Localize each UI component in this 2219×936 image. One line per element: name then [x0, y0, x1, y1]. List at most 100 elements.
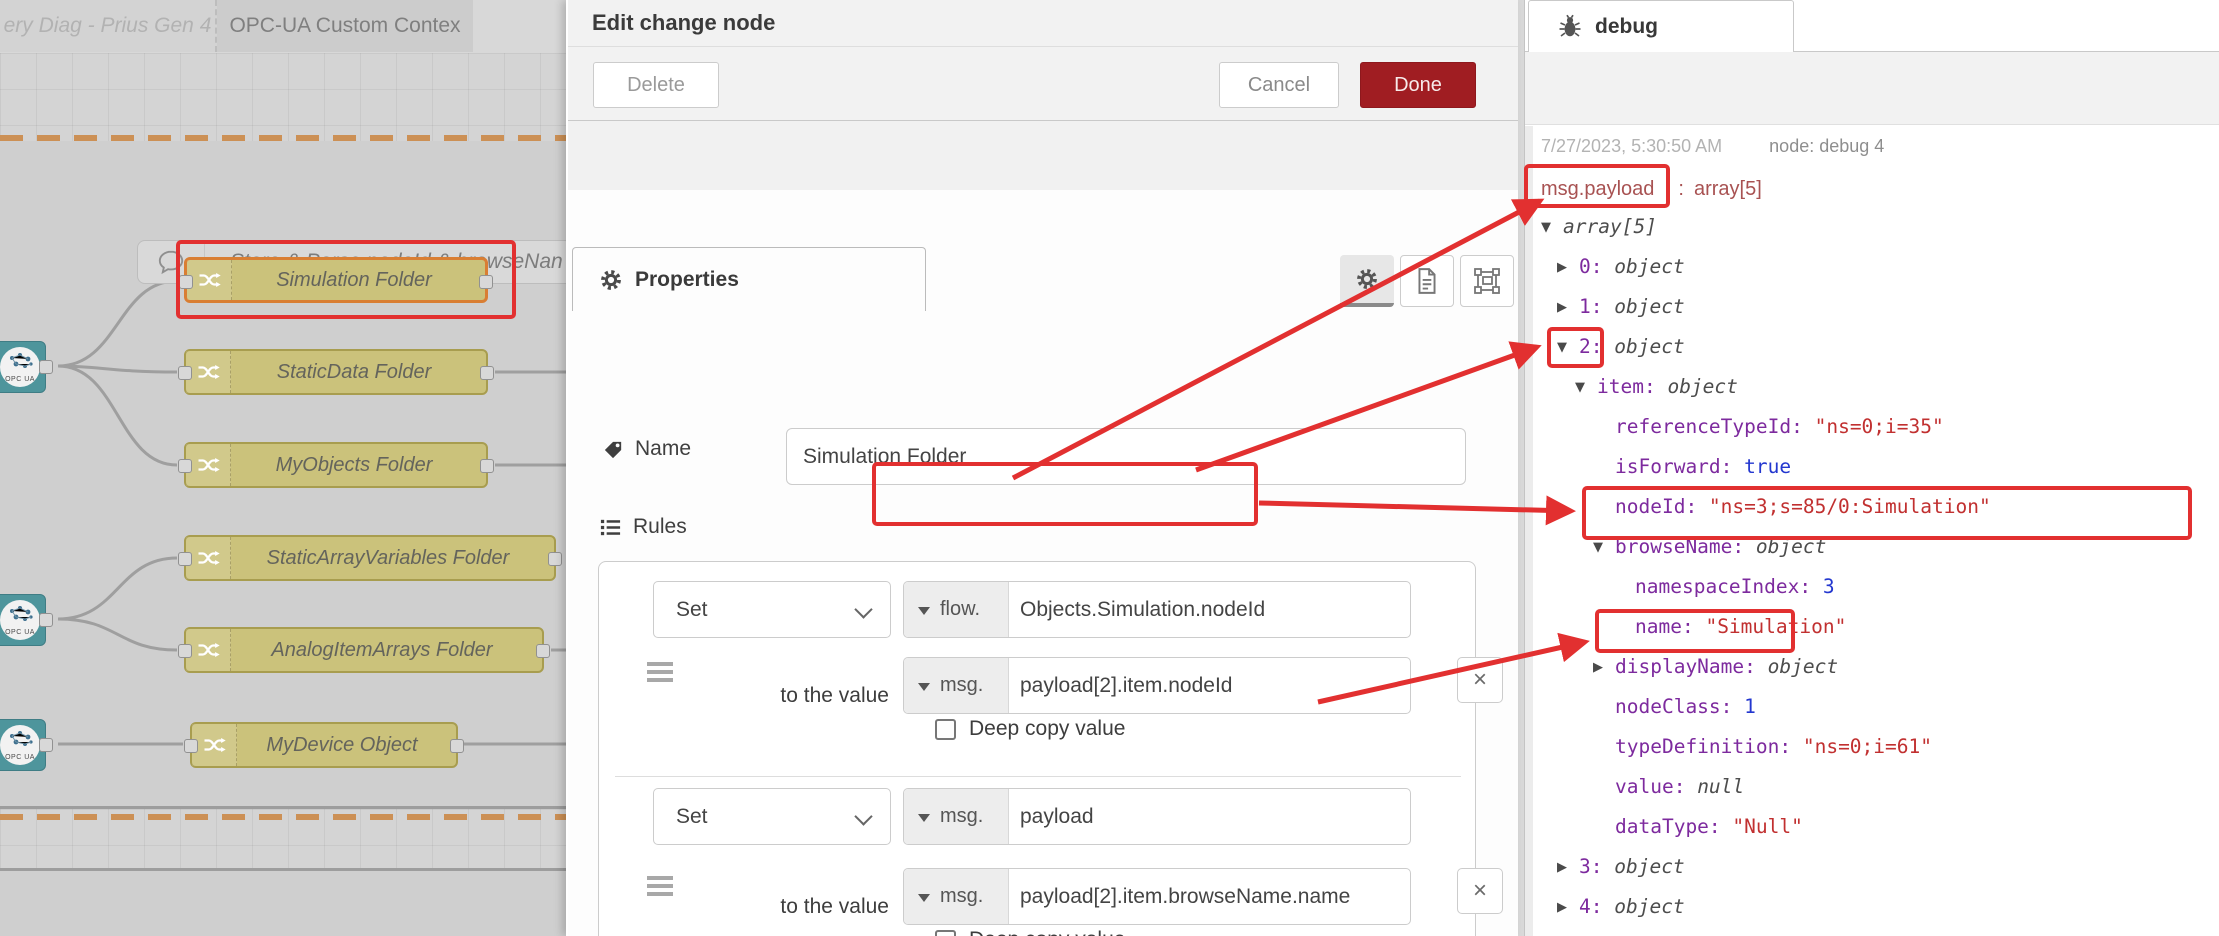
- caret-down-icon[interactable]: ▼: [1575, 368, 1585, 408]
- rule1-deep-copy-checkbox[interactable]: [935, 719, 956, 740]
- output-port[interactable]: [536, 644, 550, 658]
- debug-key[interactable]: dataType:: [1615, 815, 1732, 838]
- debug-key[interactable]: value:: [1615, 775, 1697, 798]
- output-port[interactable]: [480, 366, 494, 380]
- appearance-button[interactable]: [1460, 255, 1514, 307]
- rule1-action-select[interactable]: Set: [653, 581, 891, 638]
- rule1-to-value-label: to the value: [689, 684, 889, 708]
- rule2-deep-copy-checkbox[interactable]: [935, 930, 956, 936]
- debug-tree-row: dataType: "Null": [1525, 807, 2219, 847]
- debug-tree-row: value: null: [1525, 767, 2219, 807]
- input-port[interactable]: [184, 739, 198, 753]
- rule1-value-type-button[interactable]: msg.: [904, 658, 1009, 713]
- rule1-drag-handle[interactable]: [647, 662, 673, 682]
- delete-button[interactable]: Delete: [593, 62, 719, 108]
- input-port[interactable]: [178, 366, 192, 380]
- debug-value: object: [1614, 335, 1684, 358]
- done-button[interactable]: Done: [1360, 62, 1476, 108]
- debug-key[interactable]: 4:: [1579, 895, 1614, 918]
- tag-icon: [602, 438, 625, 461]
- debug-sidebar: debug 7/27/2023, 5:30:50 AM node: debug …: [1524, 0, 2219, 936]
- debug-key[interactable]: item:: [1597, 375, 1667, 398]
- properties-icon-button[interactable]: [1340, 255, 1394, 307]
- rule2-drag-handle[interactable]: [647, 876, 673, 896]
- node-label: StaticArrayVariables Folder: [230, 537, 546, 579]
- caret-right-icon[interactable]: ▶: [1557, 248, 1567, 288]
- tab-debug[interactable]: debug: [1528, 0, 1794, 52]
- rule2-target-type-button[interactable]: msg.: [904, 789, 1009, 844]
- debug-key[interactable]: typeDefinition:: [1615, 735, 1803, 758]
- debug-key[interactable]: referenceTypeId:: [1615, 415, 1815, 438]
- opcua-browser-node[interactable]: OPC UA: [0, 594, 46, 646]
- caret-down-icon[interactable]: ▼: [1541, 208, 1551, 248]
- rule1-value-input[interactable]: msg. payload[2].item.nodeId: [903, 657, 1411, 714]
- input-port[interactable]: [178, 644, 192, 658]
- output-port[interactable]: [450, 739, 464, 753]
- caret-right-icon[interactable]: ▶: [1557, 288, 1567, 328]
- caret-down-icon[interactable]: ▼: [1593, 528, 1603, 568]
- debug-value: 1: [1744, 695, 1756, 718]
- change-node-staticdata-folder[interactable]: StaticData Folder: [184, 349, 488, 395]
- debug-key[interactable]: 3:: [1579, 855, 1614, 878]
- debug-key[interactable]: browseName:: [1615, 535, 1756, 558]
- debug-key[interactable]: displayName:: [1615, 655, 1768, 678]
- debug-key[interactable]: nodeId:: [1615, 495, 1709, 518]
- output-port[interactable]: [479, 275, 493, 289]
- shuffle-icon: [192, 724, 237, 766]
- output-port[interactable]: [548, 552, 562, 566]
- rule2-value-input[interactable]: msg. payload[2].item.browseName.name: [903, 868, 1411, 925]
- caret-down-icon[interactable]: ▼: [1557, 328, 1567, 368]
- debug-tree-row: isForward: true: [1525, 447, 2219, 487]
- debug-tree-row: namespaceIndex: 3: [1525, 567, 2219, 607]
- rule2-remove-button[interactable]: ×: [1457, 868, 1503, 914]
- output-port[interactable]: [39, 738, 53, 752]
- debug-tree-row: ▼browseName: object: [1525, 527, 2219, 567]
- rule1-target-input[interactable]: flow. Objects.Simulation.nodeId: [903, 581, 1411, 638]
- debug-key[interactable]: nodeClass:: [1615, 695, 1744, 718]
- debug-json-tree: ▼array[5]▶0: object▶1: object▼2: object▼…: [1525, 0, 2219, 936]
- debug-key[interactable]: name:: [1635, 615, 1705, 638]
- chevron-down-icon: [854, 807, 872, 825]
- change-node-mydevice-object[interactable]: MyDevice Object: [190, 722, 458, 768]
- flow-canvas[interactable]: Store & Parse nodeId & browseNan Simulat…: [0, 53, 566, 936]
- output-port[interactable]: [39, 613, 53, 627]
- flow-tab-opcua-custom[interactable]: OPC-UA Custom Contex: [217, 0, 473, 52]
- opcua-browser-node[interactable]: OPC UA: [0, 341, 46, 393]
- rule1-target-type-button[interactable]: flow.: [904, 582, 1009, 637]
- input-port[interactable]: [178, 552, 192, 566]
- rule2-target-input[interactable]: msg. payload: [903, 788, 1411, 845]
- debug-key[interactable]: 2:: [1579, 335, 1614, 358]
- rules-list: Set flow. Objects.Simulation.nodeId to t…: [598, 561, 1476, 936]
- debug-value: true: [1744, 455, 1791, 478]
- change-node-staticarrayvariables-folder[interactable]: StaticArrayVariables Folder: [184, 535, 556, 581]
- change-node-analogitemarrays-folder[interactable]: AnalogItemArrays Folder: [184, 627, 544, 673]
- node-label: Simulation Folder: [231, 260, 477, 300]
- caret-right-icon[interactable]: ▶: [1593, 648, 1603, 688]
- change-node-simulation-folder[interactable]: Simulation Folder: [184, 257, 488, 303]
- input-port[interactable]: [178, 459, 192, 473]
- cancel-button[interactable]: Cancel: [1219, 62, 1339, 108]
- selection-group-icon: [1473, 267, 1501, 295]
- rule2-value-type-button[interactable]: msg.: [904, 869, 1009, 924]
- change-node-myobjects-folder[interactable]: MyObjects Folder: [184, 442, 488, 488]
- shuffle-icon: [186, 537, 231, 579]
- debug-tree-row: ▶4: object: [1525, 887, 2219, 927]
- debug-key[interactable]: isForward:: [1615, 455, 1744, 478]
- rule2-action-select[interactable]: Set: [653, 788, 891, 845]
- name-input[interactable]: Simulation Folder: [786, 428, 1466, 485]
- debug-key[interactable]: namespaceIndex:: [1635, 575, 1823, 598]
- description-button[interactable]: [1400, 255, 1454, 307]
- opcua-browser-node[interactable]: OPC UA: [0, 719, 46, 771]
- tab-properties[interactable]: Properties: [572, 247, 926, 311]
- tray-toolbar: Delete Cancel Done: [568, 47, 1518, 121]
- rule1-remove-button[interactable]: ×: [1457, 657, 1503, 703]
- input-port[interactable]: [179, 275, 193, 289]
- flow-tab-battery-diag[interactable]: ery Diag - Prius Gen 4: [0, 0, 217, 52]
- output-port[interactable]: [39, 360, 53, 374]
- caret-right-icon[interactable]: ▶: [1557, 888, 1567, 928]
- debug-tree-row: ▼item: object: [1525, 367, 2219, 407]
- caret-right-icon[interactable]: ▶: [1557, 848, 1567, 888]
- output-port[interactable]: [480, 459, 494, 473]
- debug-key[interactable]: 0:: [1579, 255, 1614, 278]
- debug-key[interactable]: 1:: [1579, 295, 1614, 318]
